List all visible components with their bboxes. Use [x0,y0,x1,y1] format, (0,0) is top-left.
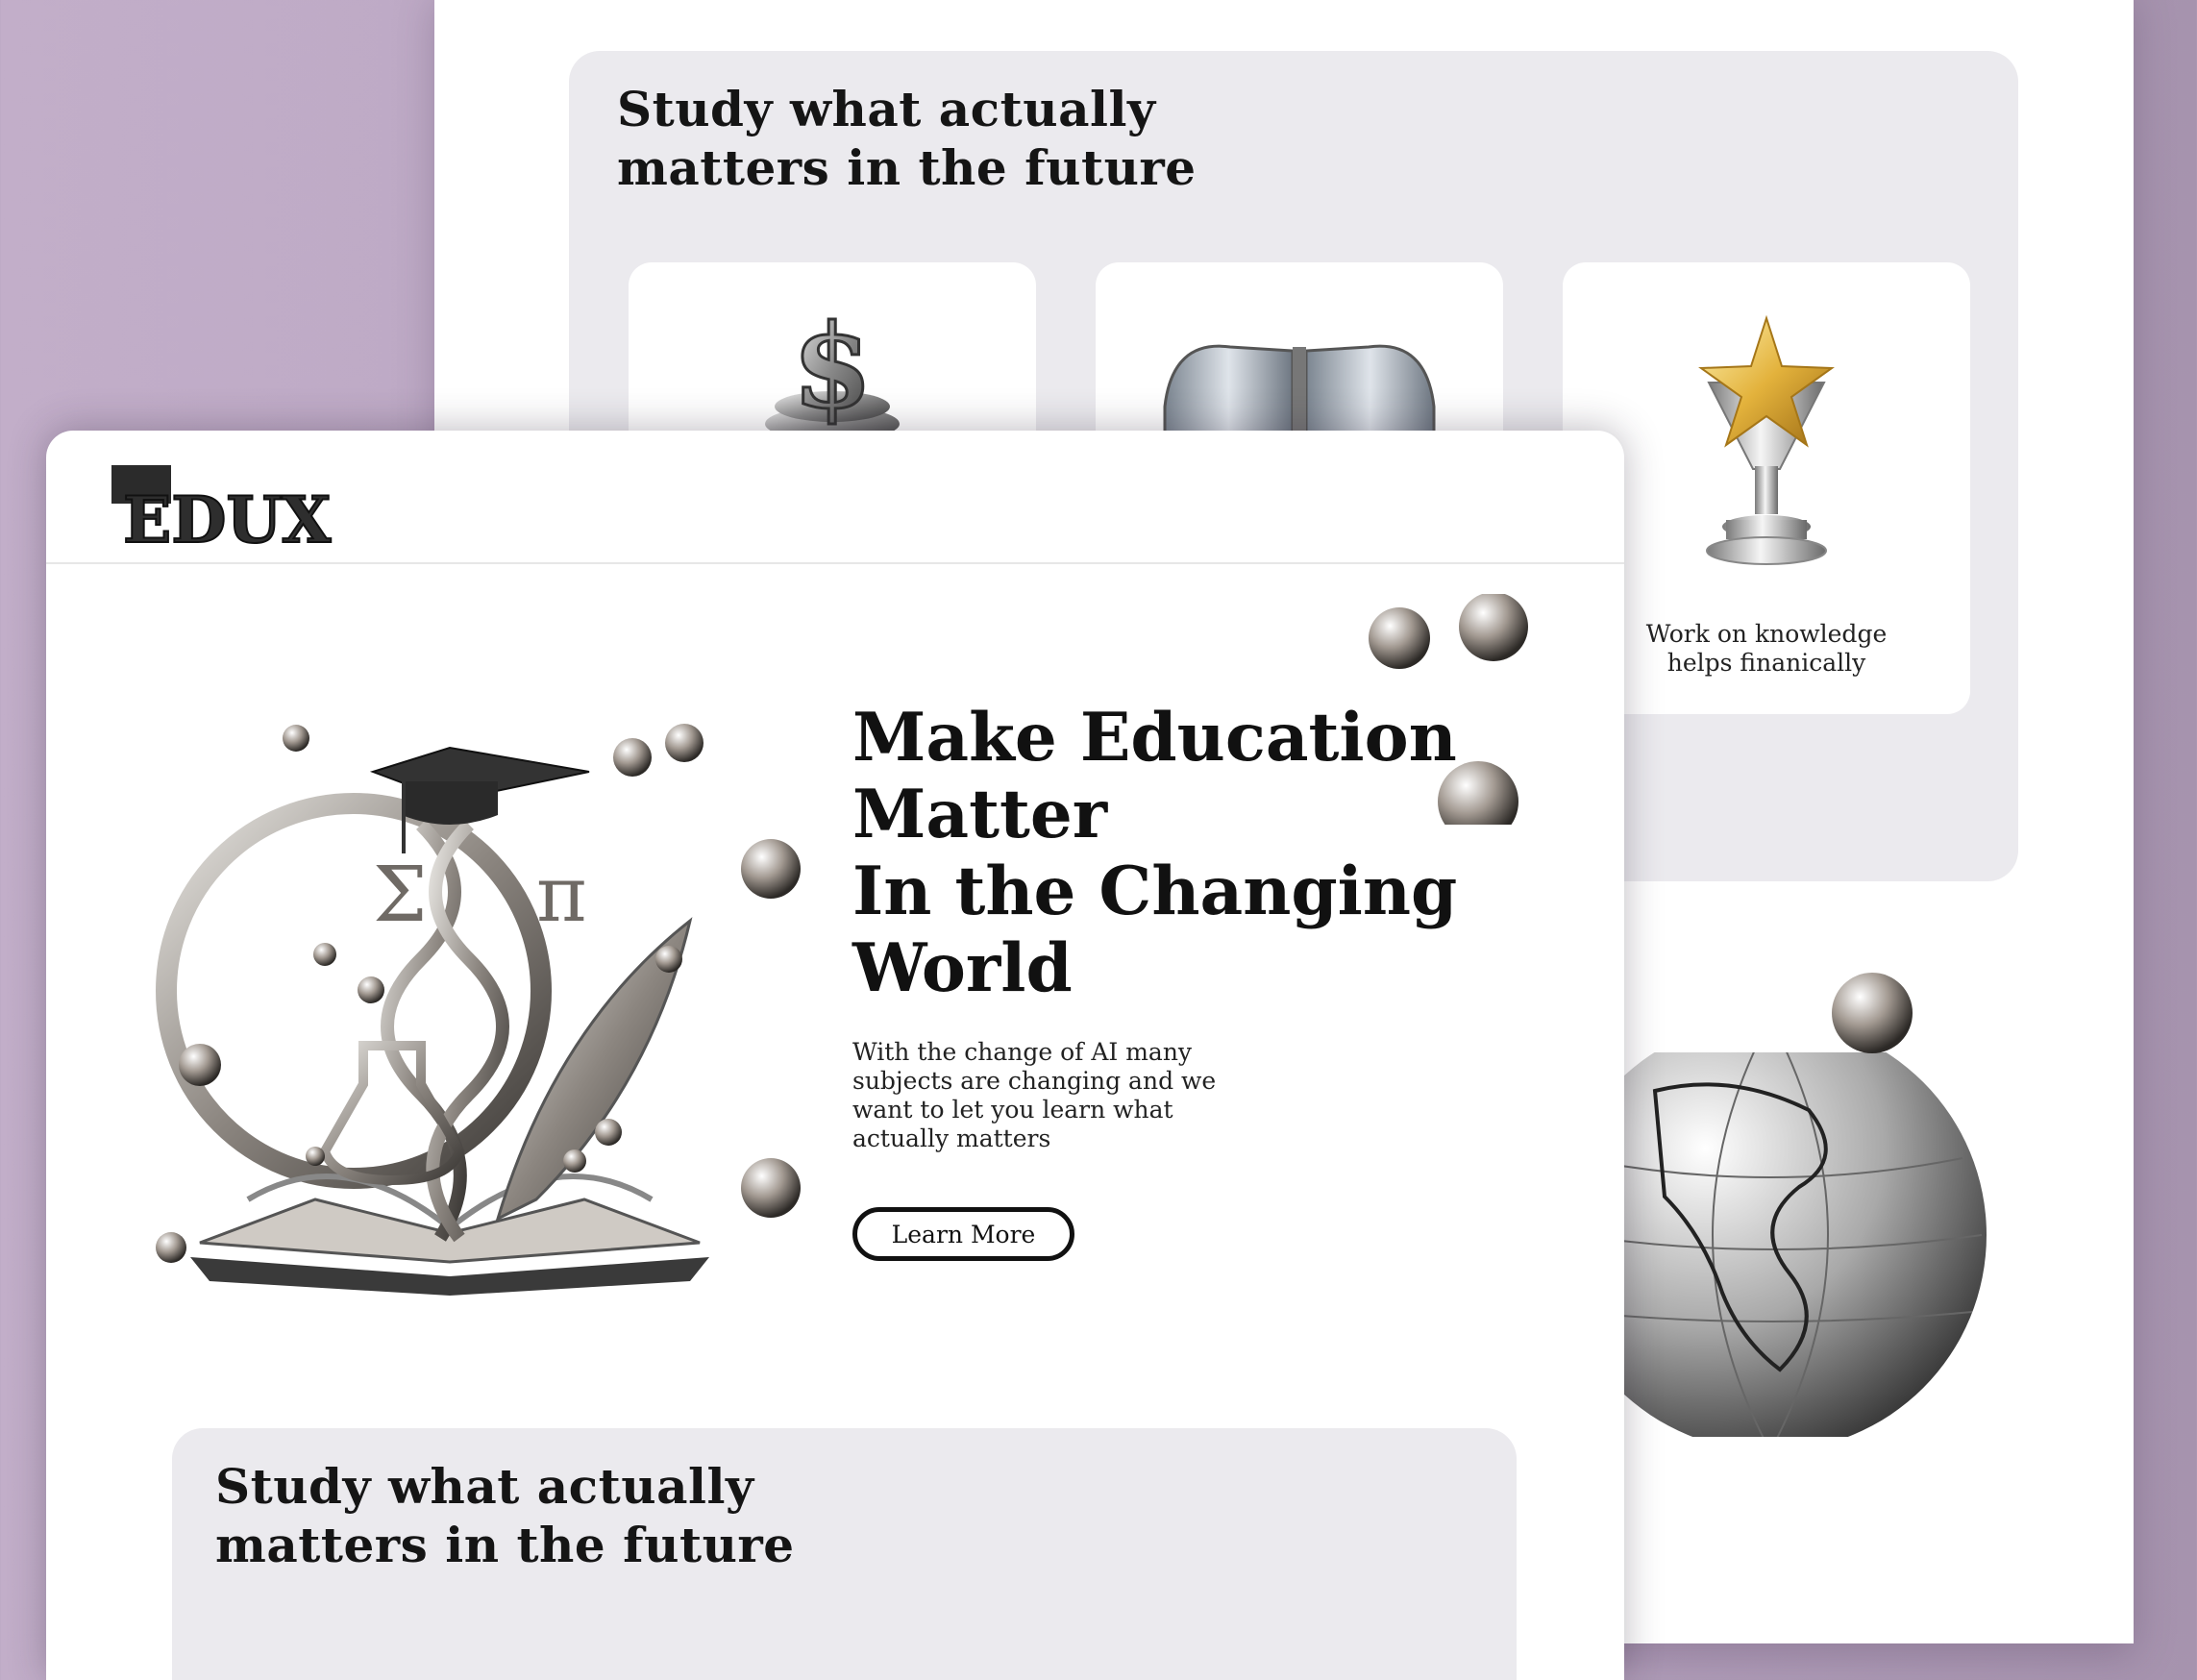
hero-subtitle-line2: subjects are changing and we [852,1067,1217,1095]
back-section-title: Study what actually matters in the futur… [617,80,1197,197]
hero-subtitle-line4: actually matters [852,1124,1051,1152]
learn-more-button[interactable]: Learn More [852,1207,1074,1261]
trophy-caption-line2: helps finanically [1666,649,1866,677]
svg-text:$: $ [792,299,873,434]
pi-symbol: π [536,850,587,939]
globe-icon [1597,1052,1987,1437]
decor-bubble [1832,973,1913,1053]
header: EDUX [46,431,1624,564]
hero-title: Make Education Matter In the Changing Wo… [852,700,1468,1007]
hero-subtitle: With the change of AI many subjects are … [852,1038,1256,1153]
sigma-symbol: Σ [373,850,428,939]
hero-title-line4: World [852,929,1073,1007]
hero-subtitle-line1: With the change of AI many [852,1038,1193,1066]
front-section-panel: Study what actually matters in the futur… [172,1428,1517,1680]
hero-title-line1: Make Education [852,699,1457,777]
front-page: EDUX Σ π Make Education Matter In the Ch… [46,431,1624,1680]
hero-subtitle-line3: want to let you learn what [852,1096,1173,1124]
trophy-caption-line1: Work on knowledge [1645,620,1888,648]
education-emblem-illustration: Σ π [156,724,709,1296]
edux-logo-icon: EDUX [111,465,333,558]
hero-title-line2: Matter [852,776,1108,853]
front-section-title: Study what actually matters in the futur… [215,1457,795,1574]
front-section-title-line2: matters in the future [215,1517,795,1573]
front-section-title-line1: Study what actually [215,1458,754,1515]
logo[interactable]: EDUX [102,465,333,565]
back-section-title-line1: Study what actually [617,81,1156,137]
back-section-title-line2: matters in the future [617,139,1197,196]
logo-text: EDUX [123,482,332,557]
hero-title-line3: In the Changing [852,852,1458,930]
